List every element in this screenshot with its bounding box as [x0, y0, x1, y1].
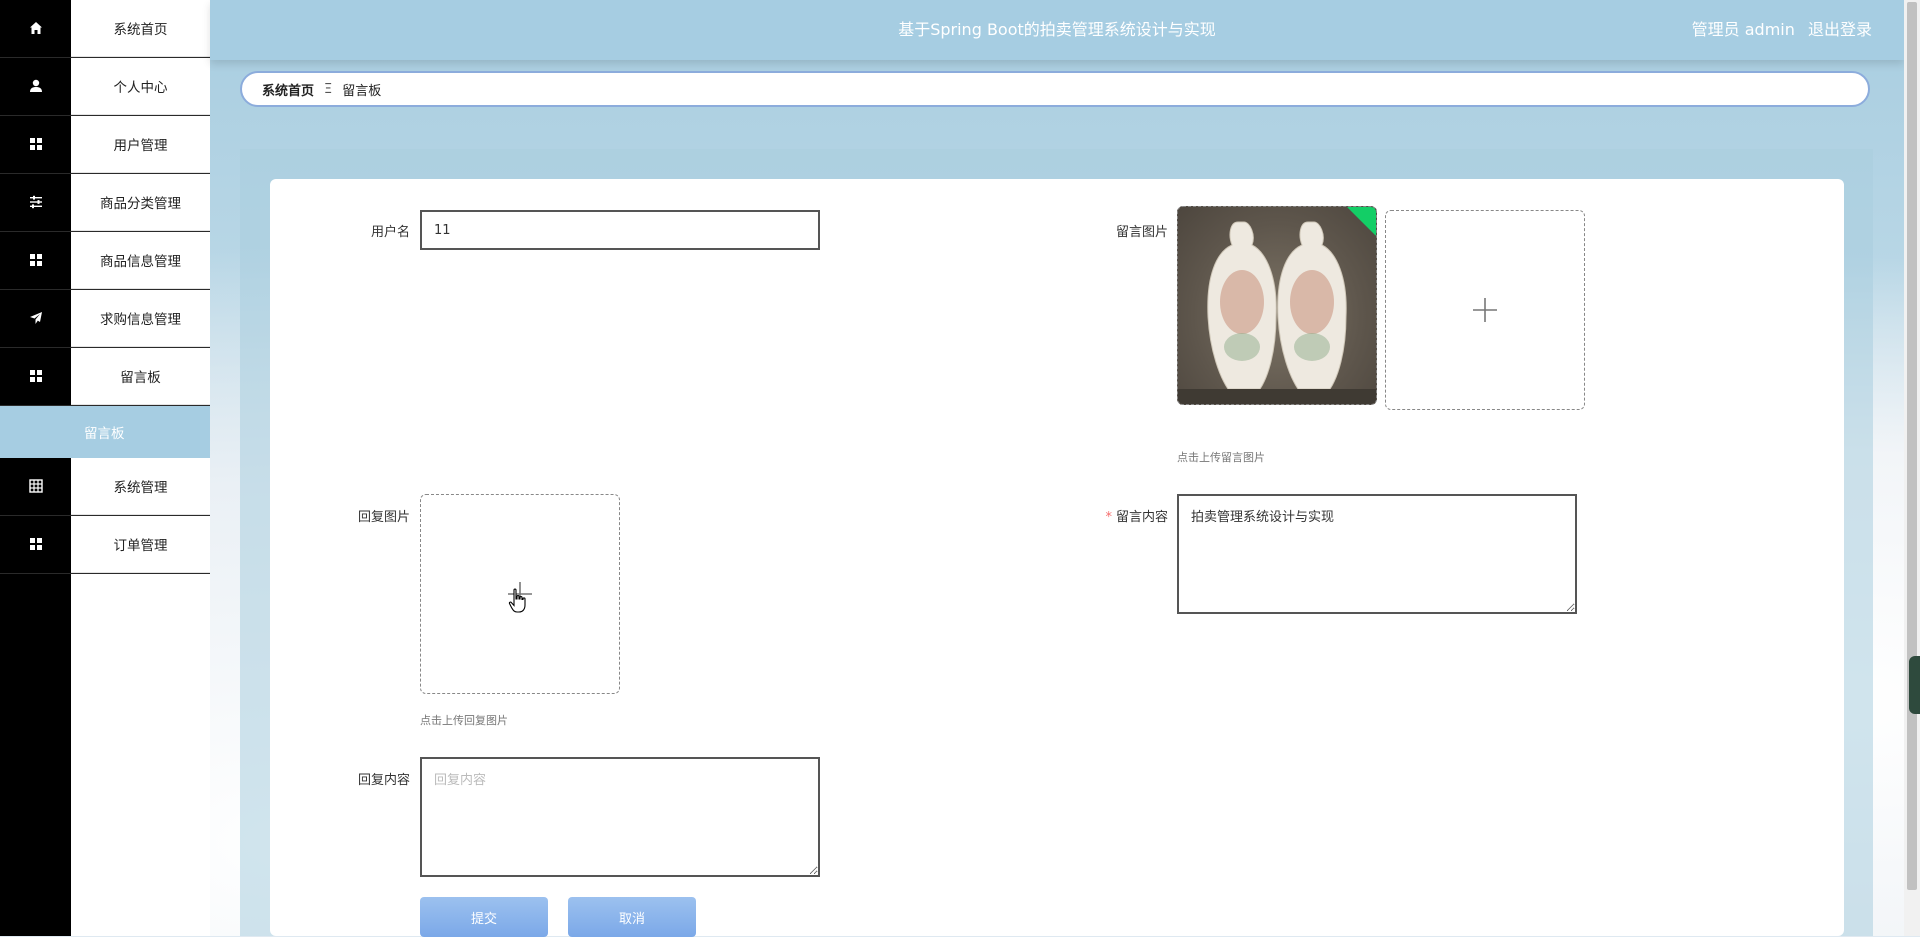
message-image-uploader[interactable] [1385, 210, 1585, 410]
sidebar-item-system[interactable]: 系统管理 [0, 458, 210, 516]
reply-content-label: 回复内容 [357, 773, 410, 788]
sidebar-item-label: 留言板 [71, 348, 210, 405]
sidebar-item-message-board[interactable]: 留言板 [0, 348, 210, 406]
logout-link[interactable]: 退出登录 [1808, 20, 1872, 39]
sidebar-item-label: 个人中心 [71, 58, 210, 115]
sliders-icon [0, 174, 71, 230]
page-scrollbar[interactable] [1904, 0, 1920, 936]
breadcrumb-home[interactable]: 系统首页 [262, 80, 314, 99]
sidebar-item-products[interactable]: 商品信息管理 [0, 232, 210, 290]
grid-icon [0, 516, 71, 572]
sidebar-item-categories[interactable]: 商品分类管理 [0, 174, 210, 232]
grid-icon [0, 232, 71, 288]
send-icon [0, 290, 71, 346]
sidebar-item-label: 系统首页 [71, 0, 210, 57]
message-content-label-text: 留言内容 [1115, 510, 1168, 525]
sidebar-item-orders[interactable]: 订单管理 [0, 516, 210, 574]
sidebar-item-label: 用户管理 [71, 116, 210, 173]
hand-cursor-icon [508, 588, 526, 613]
reply-content-textarea[interactable] [420, 757, 820, 877]
submit-button[interactable]: 提交 [420, 897, 548, 937]
sidebar-background [71, 562, 210, 936]
username-label: 用户名 [370, 225, 410, 240]
reply-image-hint: 点击上传回复图片 [420, 714, 508, 727]
home-icon [0, 0, 71, 56]
sidebar-item-label: 订单管理 [71, 516, 210, 573]
message-image-hint: 点击上传留言图片 [1177, 451, 1265, 464]
sidebar-item-label: 求购信息管理 [71, 290, 210, 347]
sidebar-item-purchase-requests[interactable]: 求购信息管理 [0, 290, 210, 348]
scrollbar-thumb[interactable] [1907, 2, 1917, 890]
plus-icon [1473, 298, 1497, 322]
user-area: 管理员 admin 退出登录 [1684, 0, 1872, 60]
side-widget-tab[interactable] [1909, 656, 1920, 714]
app-title: 基于Spring Boot的拍卖管理系统设计与实现 [898, 20, 1216, 39]
message-content-textarea[interactable]: 拍卖管理系统设计与实现 [1177, 494, 1577, 614]
sidebar-item-profile[interactable]: 个人中心 [0, 58, 210, 116]
username-input[interactable] [420, 210, 820, 250]
sidebar-item-home[interactable]: 系统首页 [0, 0, 210, 58]
sidebar-item-label: 系统管理 [71, 458, 210, 515]
required-asterisk: * [1105, 510, 1112, 525]
sidebar-subitem-message-board[interactable]: 留言板 [0, 406, 210, 458]
cancel-button[interactable]: 取消 [568, 897, 696, 937]
message-content-label: * 留言内容 [1048, 506, 1168, 525]
grid-icon [0, 348, 71, 404]
sidebar-item-users[interactable]: 用户管理 [0, 116, 210, 174]
breadcrumb-current: 留言板 [342, 83, 382, 99]
sidebar-item-label: 商品信息管理 [71, 232, 210, 289]
reply-image-label: 回复图片 [357, 510, 410, 525]
user-label: 管理员 admin [1691, 20, 1795, 39]
user-icon [0, 58, 71, 114]
sidebar-menu: 系统首页 个人中心 用户管理 商品分类管理 商品信息管理 求购信息管理 留言板 … [0, 0, 210, 574]
breadcrumb: 系统首页 Ξ 留言板 [240, 71, 1870, 107]
uploaded-vase-image[interactable] [1177, 206, 1377, 405]
sidebar-item-label: 商品分类管理 [71, 174, 210, 231]
grid-icon [0, 116, 71, 172]
table-icon [0, 458, 71, 514]
top-header: 基于Spring Boot的拍卖管理系统设计与实现 管理员 admin 退出登录 [210, 0, 1904, 60]
breadcrumb-separator-icon: Ξ [324, 81, 333, 97]
message-image-label: 留言图片 [1115, 225, 1168, 240]
